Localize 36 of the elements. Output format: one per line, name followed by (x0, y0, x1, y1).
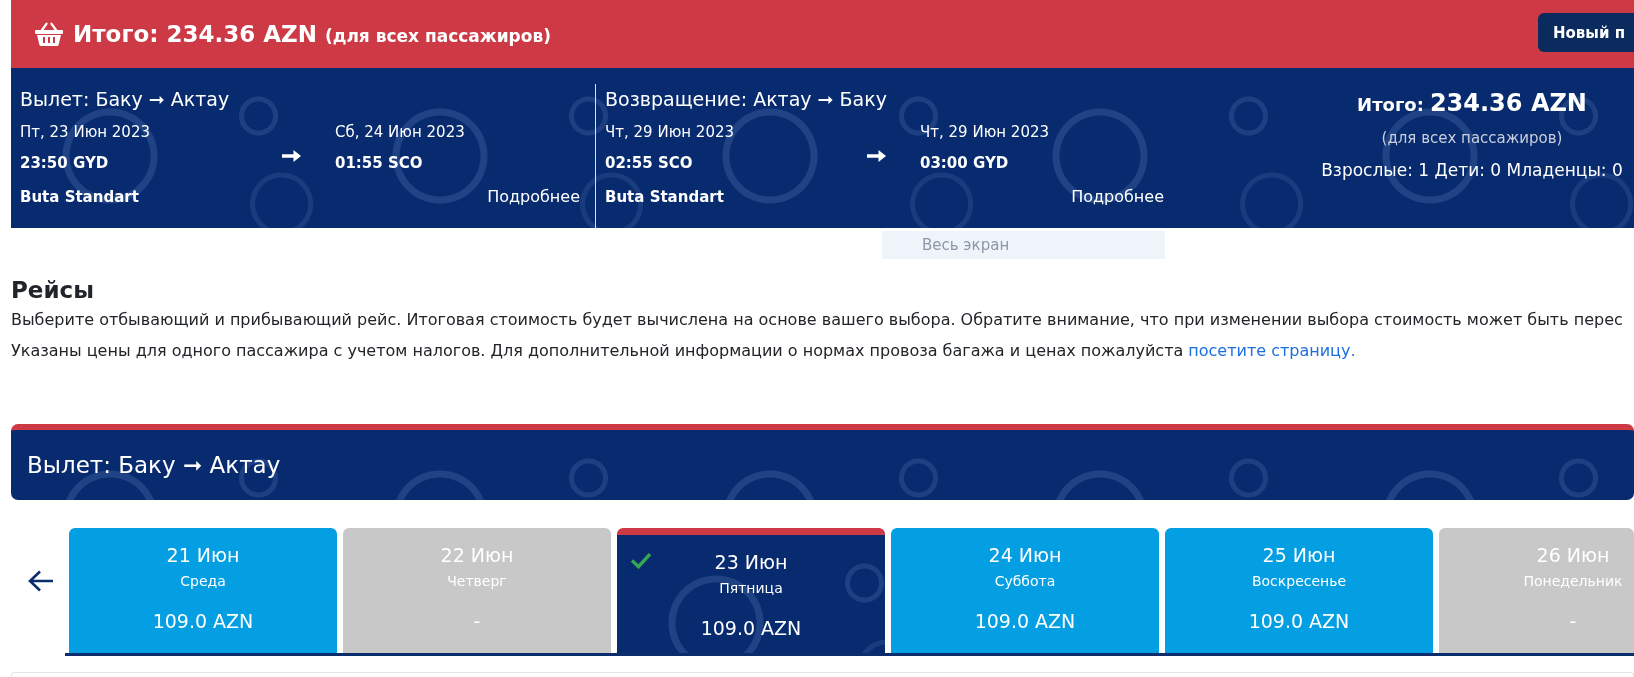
intro-text: Выберите отбывающий и прибывающий рейс. Итоговая стоимость будет вычислена на основе вашего выбора. Обратите внимание, что при изменении выбора стоимость может быть перес (11, 309, 1623, 331)
check-icon (630, 552, 652, 569)
leg-title: Возвращение: Актау ➞ Баку (605, 87, 888, 111)
prices-note: Указаны цены для одного пассажира с учетом налогов. Для дополнительной информации о нормах провоза багажа и ценах пожалуйста посетите страницу. (11, 340, 1356, 362)
total-note: (для всех пассажиров) (324, 25, 551, 46)
total-title: Итого: 234.36 AZN (73, 21, 317, 47)
route-title: Вылет: Баку ➞ Актау (27, 452, 281, 478)
arrival-time: 03:00 GYD (920, 153, 1010, 173)
arrival-time: 01:55 SCO (335, 153, 424, 173)
arrival-date: Чт, 29 Июн 2023 (920, 122, 1050, 142)
arrow-left-icon[interactable] (28, 570, 54, 592)
details-link[interactable]: Подробнее (1071, 187, 1164, 207)
total-note: (для всех пассажиров) (1380, 128, 1564, 148)
date-tab[interactable]: 23 Июн Пятница 109.0 AZN (617, 528, 885, 653)
date-tab[interactable]: 24 Июн Суббота 109.0 AZN (891, 528, 1159, 653)
arrival-date: Сб, 24 Июн 2023 (335, 122, 466, 142)
new-button[interactable]: Новый п (1538, 13, 1634, 52)
page-link[interactable]: посетите страницу. (1188, 341, 1356, 360)
section-heading: Рейсы (11, 276, 94, 304)
details-link[interactable]: Подробнее (487, 187, 580, 207)
leg-title: Вылет: Баку ➞ Актау (20, 87, 231, 111)
passenger-counts: Взрослые: 1 Дети: 0 Младенцы: 0 (1320, 159, 1624, 181)
arrow-right-icon (867, 150, 886, 162)
departure-time: 23:50 GYD (20, 153, 110, 173)
arrow-right-icon (282, 150, 301, 162)
departure-time: 02:55 SCO (605, 153, 694, 173)
fare-name: Buta Standart (20, 187, 140, 207)
date-tab[interactable]: 25 Июн Воскресенье 109.0 AZN (1165, 528, 1433, 653)
total-amount: 234.36 AZN (1429, 89, 1587, 117)
departure-date: Пт, 23 Июн 2023 (20, 122, 151, 142)
total-label: Итого: (1357, 94, 1424, 115)
basket-icon (35, 22, 63, 46)
date-tab[interactable]: 21 Июн Среда 109.0 AZN (69, 528, 337, 653)
fare-name: Buta Standart (605, 187, 725, 207)
tooltip: Весь экран (882, 231, 1165, 259)
departure-date: Чт, 29 Июн 2023 (605, 122, 735, 142)
